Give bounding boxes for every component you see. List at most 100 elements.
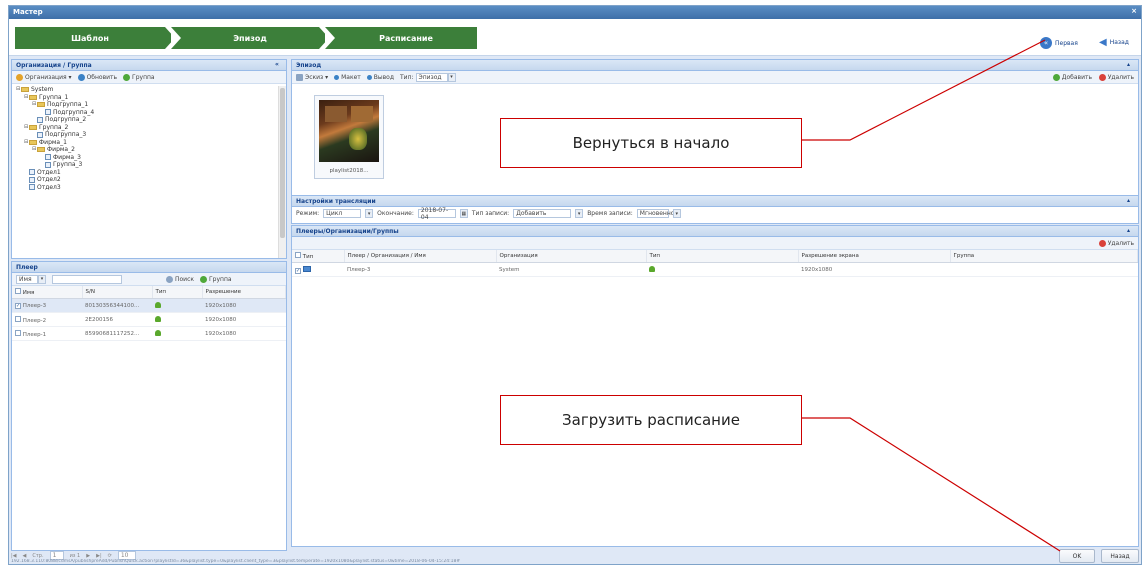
player-resolution: 1920x1080 [202, 326, 286, 341]
chevron-down-icon[interactable]: ▾ [672, 209, 681, 218]
col-screen-resolution[interactable]: Разрешение экрана [798, 250, 951, 263]
add-label: Добавить [1061, 73, 1092, 81]
row-checkbox[interactable]: ✓ [15, 302, 21, 309]
wizard-steps-bar: Шаблон Эпизод Расписание « Первая ◀ Наза… [9, 19, 1141, 56]
col-name[interactable]: Имя [12, 286, 83, 299]
tree-node-label: Группа_3 [53, 161, 83, 168]
col-group[interactable]: Группа [950, 250, 1138, 263]
player-type-cell [152, 326, 202, 341]
chevron-down-icon[interactable]: ▾ [447, 72, 456, 82]
player-group-button[interactable]: Группа [200, 275, 232, 283]
refresh-button[interactable]: Обновить [77, 73, 117, 81]
tree-node[interactable]: Отдел2 [16, 176, 282, 184]
tree-scrollbar[interactable] [278, 86, 286, 258]
step-template[interactable]: Шаблон [15, 27, 165, 49]
playlist-thumbnail[interactable]: playlist2018... [314, 95, 384, 179]
table-row[interactable]: Плеер-1 85990681117252... 1920x1080 [12, 326, 286, 341]
collapse-icon[interactable]: « [275, 61, 283, 69]
filter-select[interactable]: Имя [16, 274, 38, 284]
end-date-field[interactable]: 2018-07-04 [417, 207, 456, 221]
ok-button[interactable]: OK [1059, 549, 1095, 563]
delete-icon [1098, 73, 1106, 81]
col-resolution[interactable]: Разрешение [202, 286, 286, 299]
tree-node-label: Фирма_2 [47, 146, 75, 153]
step-schedule[interactable]: Расписание [335, 27, 477, 49]
tree-node[interactable]: Отдел3 [16, 184, 282, 192]
row-checkbox[interactable] [15, 329, 21, 336]
back-nav-button[interactable]: ◀ Назад [1099, 37, 1129, 48]
tree-node[interactable]: ⊟ Группа_2 [16, 124, 282, 132]
last-page-icon[interactable]: ▶| [96, 553, 102, 559]
select-all-checkbox[interactable] [295, 252, 301, 258]
tree-node[interactable]: ⊟ Фирма_1 [16, 139, 282, 147]
tree-node[interactable]: Подгруппа_3 [16, 131, 282, 139]
group-icon [123, 73, 131, 81]
col-player-name[interactable]: Плеер / Организация / Имя [344, 250, 497, 263]
close-icon[interactable]: × [1131, 7, 1137, 15]
broadcast-panel: Настройки трансляции ▴ Режим: Цикл ▾ Окон… [291, 196, 1139, 224]
org-menu-button[interactable]: Организация ▾ [16, 73, 72, 81]
player-search-input[interactable] [52, 274, 122, 284]
tree-node[interactable]: Группа_3 [16, 161, 282, 169]
tree-node[interactable]: ⊟ Фирма_2 [16, 146, 282, 154]
first-button[interactable]: « Первая [1040, 37, 1078, 49]
next-page-icon[interactable]: ▶ [86, 553, 90, 559]
row-checkbox[interactable]: ✓ [295, 267, 301, 274]
col-type[interactable]: Тип [292, 250, 345, 263]
col-organization[interactable]: Организация [496, 250, 647, 263]
refresh-page-icon[interactable]: ⟳ [108, 553, 112, 559]
scroll-thumb[interactable] [280, 88, 285, 238]
folder-icon [37, 102, 45, 108]
col-sn[interactable]: S/N [82, 286, 153, 299]
row-checkbox[interactable] [15, 315, 21, 322]
tree-node[interactable]: Подгруппа_4 [16, 109, 282, 117]
table-row[interactable]: ✓ Плеер-3 80130356344100... 1920x1080 [12, 298, 286, 313]
mode-select[interactable]: Цикл [323, 209, 362, 218]
folder-icon [21, 87, 29, 93]
search-button[interactable]: Поиск [166, 275, 195, 283]
players-org-grid: Тип Плеер / Организация / Имя Организаци… [292, 250, 1138, 277]
search-label: Поиск [175, 275, 195, 283]
collapse-icon[interactable]: ▴ [1127, 227, 1135, 235]
delete-player-button[interactable]: Удалить [1098, 239, 1134, 247]
record-type-select[interactable]: Добавить [513, 209, 572, 218]
back-button[interactable]: Назад [1101, 549, 1139, 563]
table-row[interactable]: Плеер-2 2E200156 1920x1080 [12, 312, 286, 327]
view-radio[interactable]: Вывод [366, 74, 394, 81]
chevron-down-icon[interactable]: ▾ [575, 209, 584, 218]
col-type[interactable]: Тип [152, 286, 203, 299]
group-label: Группа [132, 73, 155, 81]
first-page-icon[interactable]: |◀ [11, 553, 17, 559]
group-button[interactable]: Группа [123, 73, 155, 81]
chevron-down-icon[interactable]: ▾ [365, 209, 374, 218]
tree-node[interactable]: ⊟ System [16, 86, 282, 94]
player-sn: 2E200156 [82, 312, 152, 327]
record-type-label: Тип записи: [471, 210, 510, 217]
select-all-checkbox[interactable] [15, 288, 21, 294]
org-icon [16, 73, 23, 81]
chevron-down-icon[interactable]: ▾ [38, 274, 46, 284]
tree-node[interactable]: Фирма_3 [16, 154, 282, 162]
tree-node[interactable]: ⊟ Подгруппа_1 [16, 101, 282, 109]
delete-episode-button[interactable]: Удалить [1098, 73, 1134, 81]
delete-icon [1098, 239, 1106, 247]
players-org-grid-header: Тип Плеер / Организация / Имя Организаци… [292, 250, 1138, 263]
col-device-type[interactable]: Тип [646, 250, 799, 263]
layout-radio[interactable]: Макет [334, 74, 361, 81]
org-group-panel: Организация / Группа « Организация ▾ Обн… [11, 59, 287, 259]
tree-node[interactable]: Подгруппа_2 [16, 116, 282, 124]
collapse-icon[interactable]: ▴ [1127, 197, 1135, 205]
prev-page-icon[interactable]: ◀ [23, 553, 27, 559]
add-episode-button[interactable]: Добавить [1052, 73, 1092, 81]
step-episode[interactable]: Эпизод [181, 27, 319, 49]
tree-node[interactable]: Отдел1 [16, 169, 282, 177]
collapse-icon[interactable]: ▴ [1127, 61, 1135, 69]
player-resolution: 1920x1080 [202, 312, 286, 327]
type-select[interactable]: Эпизод [415, 72, 448, 82]
thumb-mode-button[interactable]: Эскиз ▾ [296, 73, 328, 81]
step-label: Эпизод [233, 33, 267, 43]
table-row[interactable]: ✓ Плеер-3 System 1920x1080 [292, 262, 1138, 277]
tree-node[interactable]: ⊟ Группа_1 [16, 94, 282, 102]
calendar-icon[interactable]: ▦ [459, 209, 468, 218]
record-time-select[interactable]: Мгновенно [636, 209, 674, 218]
